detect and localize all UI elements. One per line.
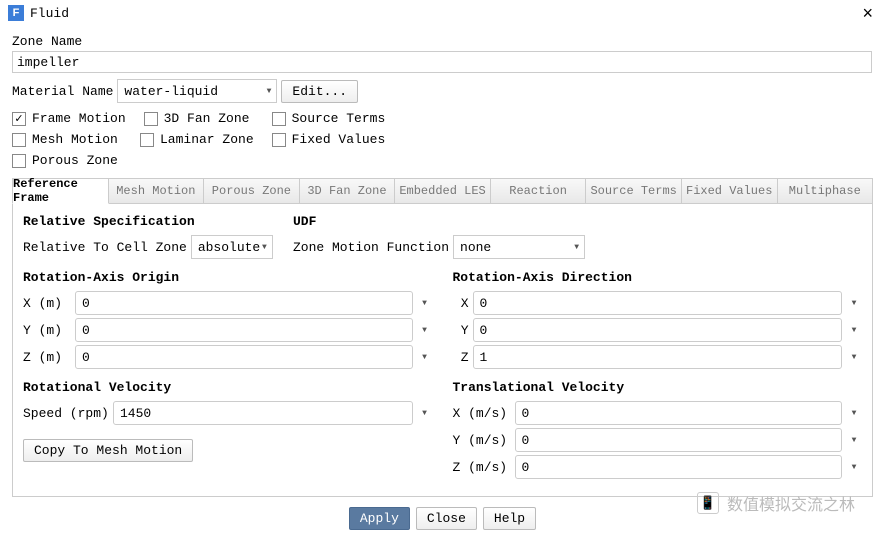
chevron-down-icon[interactable]: ▼ — [846, 326, 862, 335]
chevron-down-icon[interactable]: ▼ — [846, 409, 862, 418]
wechat-icon: 📱 — [697, 492, 719, 514]
tab-multiphase[interactable]: Multiphase — [778, 178, 874, 204]
direction-x-label: X — [453, 296, 469, 311]
laminar-zone-checkbox[interactable]: Laminar Zone — [140, 132, 254, 147]
material-name-label: Material Name — [12, 84, 113, 99]
direction-x-input[interactable] — [473, 291, 843, 315]
origin-x-input[interactable] — [75, 291, 413, 315]
udf-label: Zone Motion Function — [293, 240, 449, 255]
chevron-down-icon[interactable]: ▼ — [846, 353, 862, 362]
origin-z-label: Z (m) — [23, 350, 71, 365]
tab-reaction[interactable]: Reaction — [491, 178, 587, 204]
chevron-down-icon[interactable]: ▼ — [846, 463, 862, 472]
material-value: water-liquid — [124, 84, 218, 99]
rot-vel-heading: Rotational Velocity — [23, 380, 433, 395]
udf-heading: UDF — [293, 214, 593, 229]
edit-button[interactable]: Edit... — [281, 80, 358, 103]
tab-porous-zone[interactable]: Porous Zone — [204, 178, 300, 204]
tab-3d-fan-zone[interactable]: 3D Fan Zone — [300, 178, 396, 204]
rel-spec-dropdown[interactable]: absolute — [191, 235, 273, 259]
apply-button[interactable]: Apply — [349, 507, 410, 530]
help-button[interactable]: Help — [483, 507, 536, 530]
direction-y-input[interactable] — [473, 318, 843, 342]
source-terms-checkbox[interactable]: Source Terms — [272, 111, 386, 126]
chevron-down-icon[interactable]: ▼ — [417, 299, 433, 308]
trans-vel-z-label: Z (m/s) — [453, 460, 511, 475]
origin-y-input[interactable] — [75, 318, 413, 342]
chevron-down-icon[interactable]: ▼ — [417, 353, 433, 362]
tab-reference-frame[interactable]: Reference Frame — [12, 178, 109, 204]
watermark: 📱 数值模拟交流之林 — [697, 491, 855, 515]
tab-source-terms[interactable]: Source Terms — [586, 178, 682, 204]
origin-y-label: Y (m) — [23, 323, 71, 338]
fan-zone-checkbox[interactable]: 3D Fan Zone — [144, 111, 254, 126]
chevron-down-icon[interactable]: ▼ — [417, 326, 433, 335]
trans-vel-y-input[interactable] — [515, 428, 843, 452]
zone-name-label: Zone Name — [12, 34, 873, 49]
porous-zone-checkbox[interactable]: Porous Zone — [12, 153, 122, 168]
frame-motion-checkbox[interactable]: ✓ Frame Motion — [12, 111, 126, 126]
chevron-down-icon[interactable]: ▼ — [846, 436, 862, 445]
direction-y-label: Y — [453, 323, 469, 338]
trans-vel-z-input[interactable] — [515, 455, 843, 479]
check-icon: ✓ — [12, 112, 26, 126]
tab-embedded-les[interactable]: Embedded LES — [395, 178, 491, 204]
trans-vel-x-input[interactable] — [515, 401, 843, 425]
direction-z-input[interactable] — [473, 345, 843, 369]
window-title: Fluid — [30, 6, 69, 21]
chevron-down-icon[interactable]: ▼ — [846, 299, 862, 308]
rel-spec-label: Relative To Cell Zone — [23, 240, 187, 255]
app-icon: F — [8, 5, 24, 21]
direction-heading: Rotation-Axis Direction — [453, 270, 863, 285]
close-icon[interactable]: × — [858, 3, 877, 24]
udf-dropdown[interactable]: none — [453, 235, 585, 259]
zone-name-input[interactable] — [12, 51, 872, 73]
origin-heading: Rotation-Axis Origin — [23, 270, 433, 285]
tab-fixed-values[interactable]: Fixed Values — [682, 178, 778, 204]
rot-vel-input[interactable] — [113, 401, 413, 425]
rot-vel-label: Speed (rpm) — [23, 406, 109, 421]
material-dropdown[interactable]: water-liquid — [117, 79, 277, 103]
trans-vel-x-label: X (m/s) — [453, 406, 511, 421]
tab-mesh-motion[interactable]: Mesh Motion — [109, 178, 205, 204]
copy-to-mesh-motion-button[interactable]: Copy To Mesh Motion — [23, 439, 193, 462]
close-button[interactable]: Close — [416, 507, 477, 530]
mesh-motion-checkbox[interactable]: Mesh Motion — [12, 132, 122, 147]
trans-vel-heading: Translational Velocity — [453, 380, 863, 395]
origin-z-input[interactable] — [75, 345, 413, 369]
trans-vel-y-label: Y (m/s) — [453, 433, 511, 448]
direction-z-label: Z — [453, 350, 469, 365]
fixed-values-checkbox[interactable]: Fixed Values — [272, 132, 386, 147]
rel-spec-heading: Relative Specification — [23, 214, 273, 229]
origin-x-label: X (m) — [23, 296, 71, 311]
chevron-down-icon[interactable]: ▼ — [417, 409, 433, 418]
